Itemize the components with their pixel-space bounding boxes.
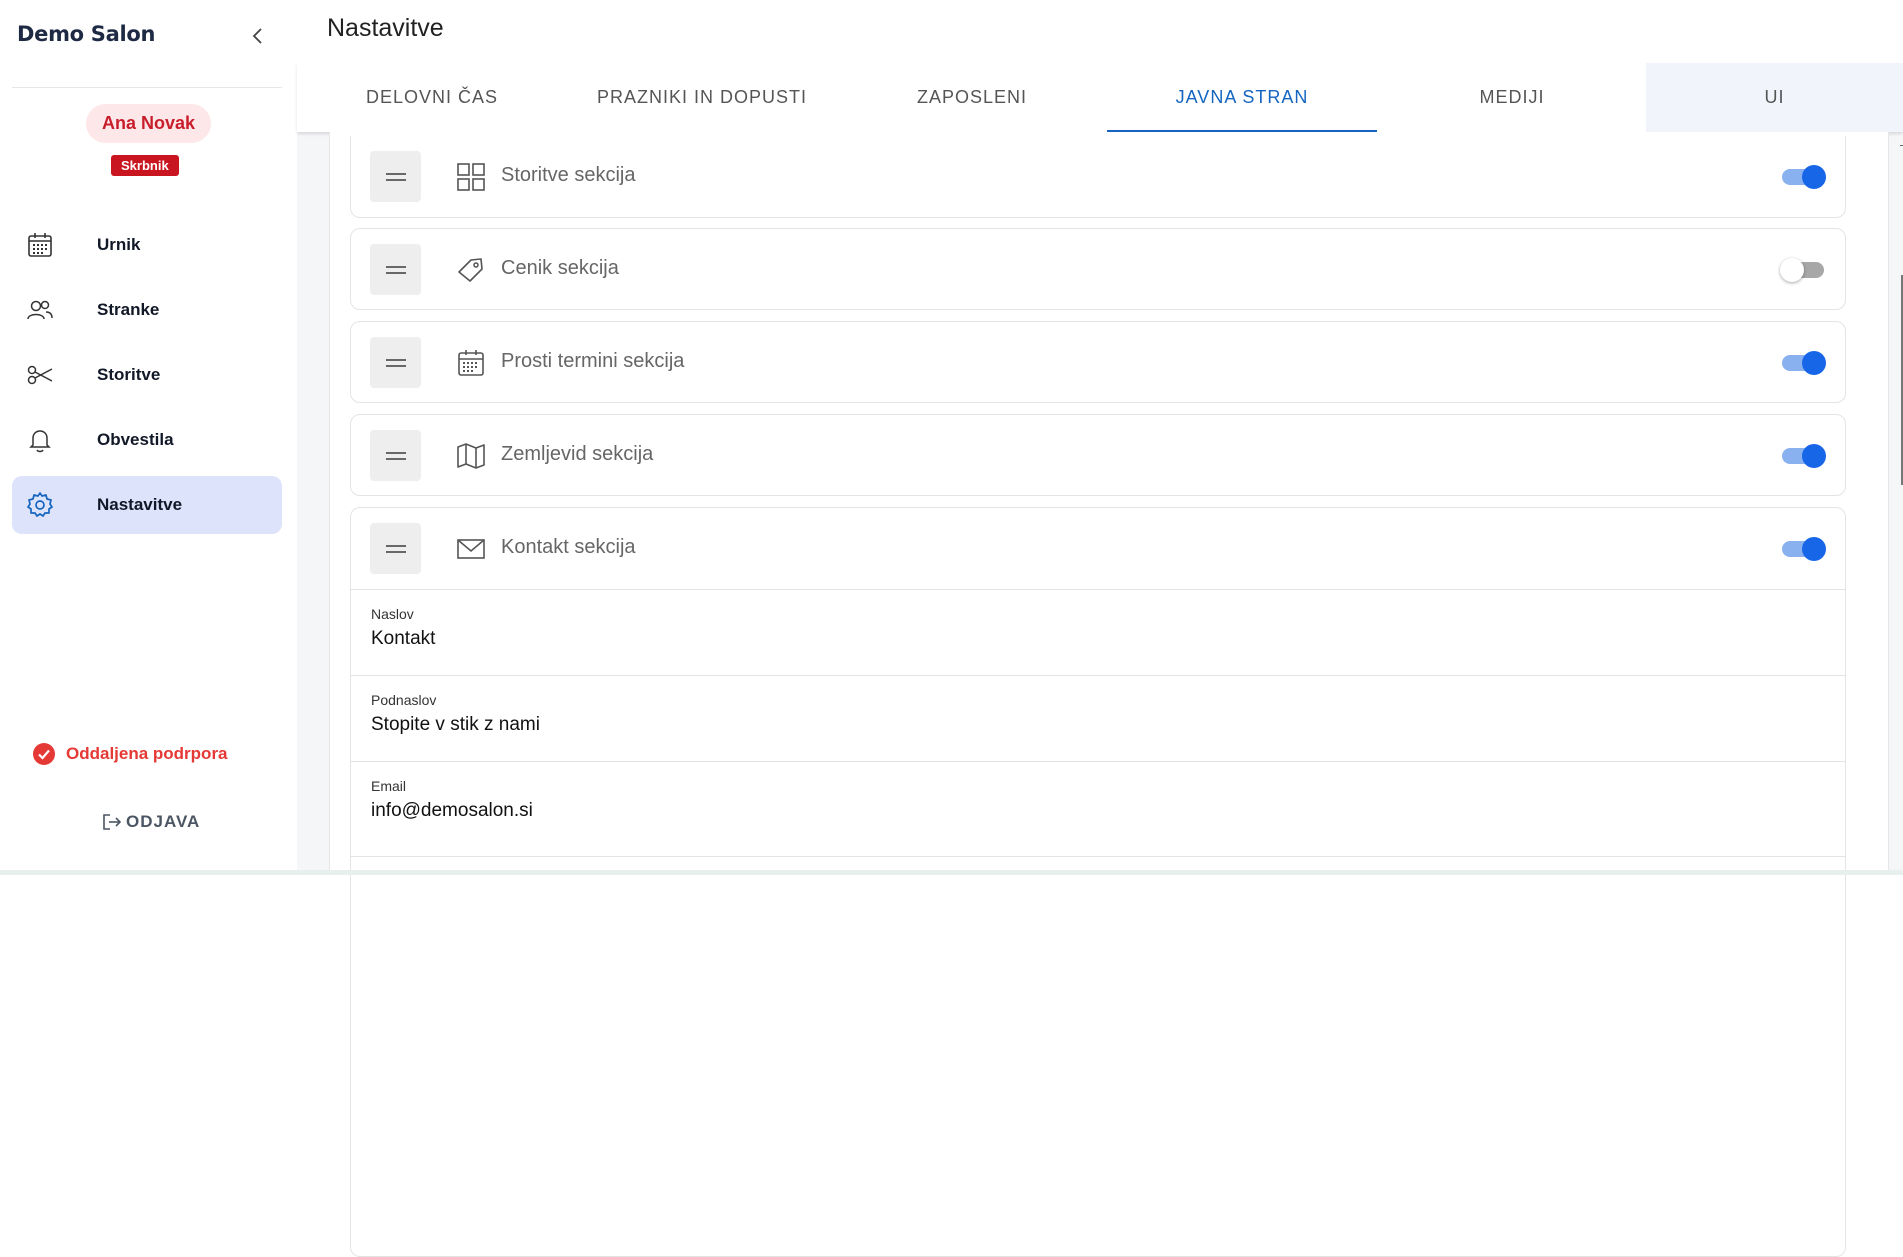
remote-support-link[interactable]: Oddaljena podrpora: [32, 742, 228, 766]
field-label: Naslov: [371, 606, 414, 622]
sidebar-item-label: Urnik: [97, 235, 141, 254]
tab-delovni-cas[interactable]: DELOVNI ČAS: [297, 63, 567, 132]
sidebar-item-label: Obvestila: [97, 430, 174, 449]
logout-icon: [103, 814, 122, 830]
drag-handle-icon: [385, 358, 406, 367]
drag-handle[interactable]: [370, 151, 421, 202]
title-field: Naslov: [351, 589, 1845, 675]
sidebar-item-obvestila[interactable]: Obvestila: [12, 411, 282, 469]
drag-handle[interactable]: [370, 430, 421, 481]
section-label: Kontakt sekcija: [501, 536, 636, 558]
mail-icon: [457, 539, 485, 559]
next-field: [351, 856, 1845, 870]
email-input[interactable]: [371, 800, 1771, 822]
sidebar-item-urnik[interactable]: Urnik: [12, 216, 282, 274]
calendar-icon: [458, 350, 484, 376]
sidebar-item-stranke[interactable]: Stranke: [12, 281, 282, 339]
drag-handle-icon: [385, 265, 406, 274]
section-row-zemljevid: Zemljevid sekcija: [350, 414, 1846, 496]
grid-icon: [457, 163, 485, 191]
section-toggle[interactable]: [1780, 537, 1826, 561]
section-row-storitve: Storitve sekcija: [350, 136, 1846, 218]
tab-javna-stran[interactable]: JAVNA STRAN: [1107, 63, 1377, 132]
chevron-left-icon: [252, 28, 262, 44]
drag-handle-icon: [385, 172, 406, 181]
section-label: Zemljevid sekcija: [501, 443, 654, 465]
sidebar-item-label: Storitve: [97, 365, 161, 384]
bottom-border: [0, 870, 1903, 875]
user-name: Ana Novak: [86, 104, 212, 143]
email-field: Email: [351, 761, 1845, 847]
section-toggle[interactable]: [1780, 165, 1826, 189]
settings-tabs: DELOVNI ČAS PRAZNIKI IN DOPUSTI ZAPOSLEN…: [297, 63, 1903, 132]
logout-label: ODJAVA: [126, 812, 201, 831]
map-icon: [457, 443, 485, 469]
section-row-cenik: Cenik sekcija: [350, 228, 1846, 310]
bell-icon: [29, 430, 51, 453]
collapse-sidebar-button[interactable]: [246, 22, 270, 50]
sidebar-item-storitve[interactable]: Storitve: [12, 346, 282, 404]
sidebar: Demo Salon Ana Novak Skrbnik Urnik Stran…: [0, 0, 297, 875]
tab-zaposleni[interactable]: ZAPOSLENI: [837, 63, 1107, 132]
field-label: Email: [371, 778, 407, 794]
section-toggle[interactable]: [1780, 351, 1826, 375]
section-toggle[interactable]: [1780, 444, 1826, 468]
drag-handle[interactable]: [370, 244, 421, 295]
tab-mediji[interactable]: MEDIJI: [1377, 63, 1647, 132]
users-icon: [27, 300, 53, 320]
page-title: Nastavitve: [327, 14, 444, 42]
field-label: Podnaslov: [371, 692, 437, 708]
remote-support-label: Oddaljena podrpora: [66, 744, 228, 763]
sidebar-item-nastavitve[interactable]: Nastavitve: [12, 476, 282, 534]
logout-button[interactable]: ODJAVA: [101, 812, 200, 832]
check-circle-icon: [33, 743, 55, 765]
drag-handle[interactable]: [370, 337, 421, 388]
gear-icon: [27, 492, 53, 517]
drag-handle-icon: [385, 451, 406, 460]
sidebar-item-label: Stranke: [97, 300, 160, 319]
tab-prazniki-in-dopusti[interactable]: PRAZNIKI IN DOPUSTI: [567, 63, 837, 132]
subtitle-field: Podnaslov: [351, 675, 1845, 761]
sidebar-divider: [12, 87, 282, 88]
calendar-icon: [28, 233, 52, 257]
brand-name: Demo Salon: [17, 22, 156, 46]
section-label: Storitve sekcija: [501, 164, 636, 186]
subtitle-input[interactable]: [371, 714, 1771, 736]
drag-handle-icon: [385, 544, 406, 553]
tab-ui[interactable]: UI: [1646, 63, 1903, 132]
tag-icon: [458, 258, 483, 282]
scissors-icon: [27, 365, 53, 385]
sidebar-item-label: Nastavitve: [97, 495, 183, 514]
title-input[interactable]: [371, 628, 1771, 650]
drag-handle[interactable]: [370, 523, 421, 574]
role-badge: Skrbnik: [111, 155, 179, 176]
section-label: Prosti termini sekcija: [501, 350, 685, 372]
section-row-prosti-termini: Prosti termini sekcija: [350, 321, 1846, 403]
section-label: Cenik sekcija: [501, 257, 619, 279]
section-toggle[interactable]: [1780, 258, 1826, 282]
